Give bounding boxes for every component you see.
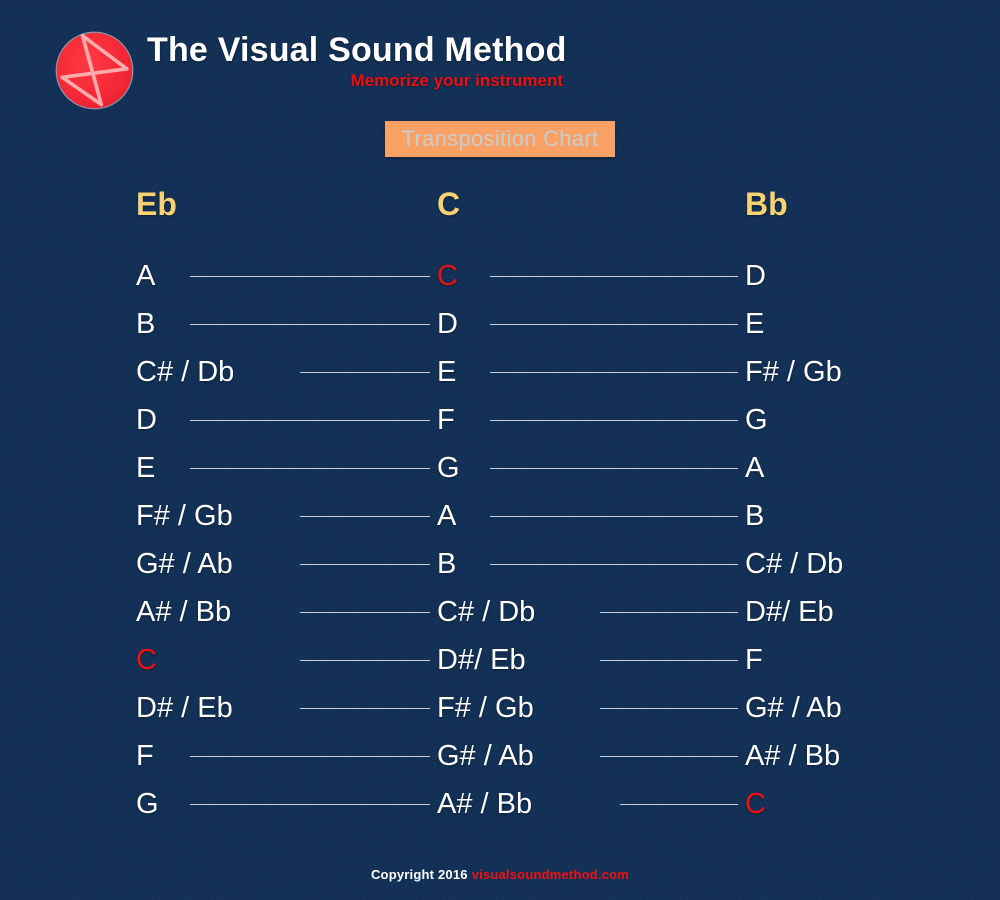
column-header-bb: Bb — [745, 186, 788, 222]
note-grid: A C D B D E C# / Db E F# / Gb D F G E G A F# / Gb A B G# /… — [0, 256, 1000, 832]
column-headers: Eb C Bb — [0, 186, 1000, 228]
connector-line — [490, 516, 738, 517]
note-cell: G — [437, 452, 460, 484]
note-cell: G# / Ab — [745, 692, 842, 724]
note-cell: D#/ Eb — [745, 596, 834, 628]
connector-line — [190, 276, 430, 277]
connector-line — [490, 564, 738, 565]
connector-line — [600, 660, 738, 661]
note-cell: C# / Db — [437, 596, 536, 628]
note-cell: B — [745, 500, 765, 532]
note-cell: C — [136, 644, 157, 676]
note-cell: D — [745, 260, 766, 292]
note-cell: A# / Bb — [745, 740, 841, 772]
note-cell: A — [136, 260, 156, 292]
note-cell: A — [745, 452, 765, 484]
note-row: F G# / Ab A# / Bb — [0, 736, 1000, 784]
note-row: A# / Bb C# / Db D#/ Eb — [0, 592, 1000, 640]
note-cell: F# / Gb — [136, 500, 233, 532]
note-cell: G — [745, 404, 768, 436]
note-cell: D#/ Eb — [437, 644, 526, 676]
column-header-eb: Eb — [136, 186, 177, 222]
chart-title-banner: Transposition Chart — [385, 121, 615, 157]
connector-line — [190, 804, 430, 805]
connector-line — [490, 372, 738, 373]
note-cell: D# / Eb — [136, 692, 233, 724]
note-cell: B — [437, 548, 457, 580]
note-cell: E — [437, 356, 457, 388]
note-row: BDE — [0, 304, 1000, 352]
connector-line — [490, 420, 738, 421]
connector-line — [300, 612, 430, 613]
copyright-text: Copyright 2016 — [370, 867, 468, 882]
site-link[interactable]: visualsoundmethod.com — [472, 867, 629, 882]
note-cell: A# / Bb — [136, 596, 232, 628]
note-cell: F — [745, 644, 763, 676]
connector-line — [600, 756, 738, 757]
transposition-chart-page: The Visual Sound Method Memorize your in… — [0, 0, 1000, 900]
brand-header: The Visual Sound Method Memorize your in… — [52, 24, 572, 124]
note-row: D# / Eb F# / Gb G# / Ab — [0, 688, 1000, 736]
connector-line — [190, 420, 430, 421]
brand-text-block: The Visual Sound Method Memorize your in… — [147, 30, 567, 92]
connector-line — [300, 372, 430, 373]
note-cell: A — [437, 500, 457, 532]
note-row: EGA — [0, 448, 1000, 496]
connector-line — [300, 660, 430, 661]
note-cell: F# / Gb — [745, 356, 842, 388]
footer: Copyright 2016 visualsoundmethod.com — [0, 866, 1000, 884]
note-row: F# / Gb A B — [0, 496, 1000, 544]
note-cell: E — [745, 308, 765, 340]
connector-line — [490, 276, 738, 277]
brand-title: The Visual Sound Method — [147, 31, 567, 69]
note-cell: G — [136, 788, 159, 820]
note-row: C# / Db E F# / Gb — [0, 352, 1000, 400]
chart-title-label: Transposition Chart — [401, 126, 599, 151]
note-cell: D — [136, 404, 157, 436]
note-row: C D#/ Eb F — [0, 640, 1000, 688]
note-row: G A# / Bb C — [0, 784, 1000, 832]
note-row: G# / Ab B C# / Db — [0, 544, 1000, 592]
connector-line — [300, 564, 430, 565]
note-cell: G# / Ab — [136, 548, 233, 580]
connector-line — [600, 612, 738, 613]
connector-line — [300, 516, 430, 517]
note-cell: G# / Ab — [437, 740, 534, 772]
note-cell: E — [136, 452, 156, 484]
note-cell: C# / Db — [136, 356, 235, 388]
note-cell: C — [745, 788, 766, 820]
note-cell: A# / Bb — [437, 788, 533, 820]
note-cell: C — [437, 260, 458, 292]
connector-line — [190, 324, 430, 325]
note-cell: C# / Db — [745, 548, 844, 580]
connector-line — [620, 804, 738, 805]
note-cell: D — [437, 308, 458, 340]
column-header-c: C — [437, 186, 461, 222]
note-row: ACD — [0, 256, 1000, 304]
visual-sound-method-logo-icon — [52, 28, 137, 113]
note-cell: F — [437, 404, 455, 436]
note-cell: F# / Gb — [437, 692, 534, 724]
connector-line — [600, 708, 738, 709]
connector-line — [300, 708, 430, 709]
note-cell: F — [136, 740, 154, 772]
note-row: DFG — [0, 400, 1000, 448]
brand-tagline: Memorize your instrument — [350, 71, 563, 90]
connector-line — [490, 468, 738, 469]
note-cell: B — [136, 308, 156, 340]
connector-line — [190, 468, 430, 469]
connector-line — [490, 324, 738, 325]
connector-line — [190, 756, 430, 757]
